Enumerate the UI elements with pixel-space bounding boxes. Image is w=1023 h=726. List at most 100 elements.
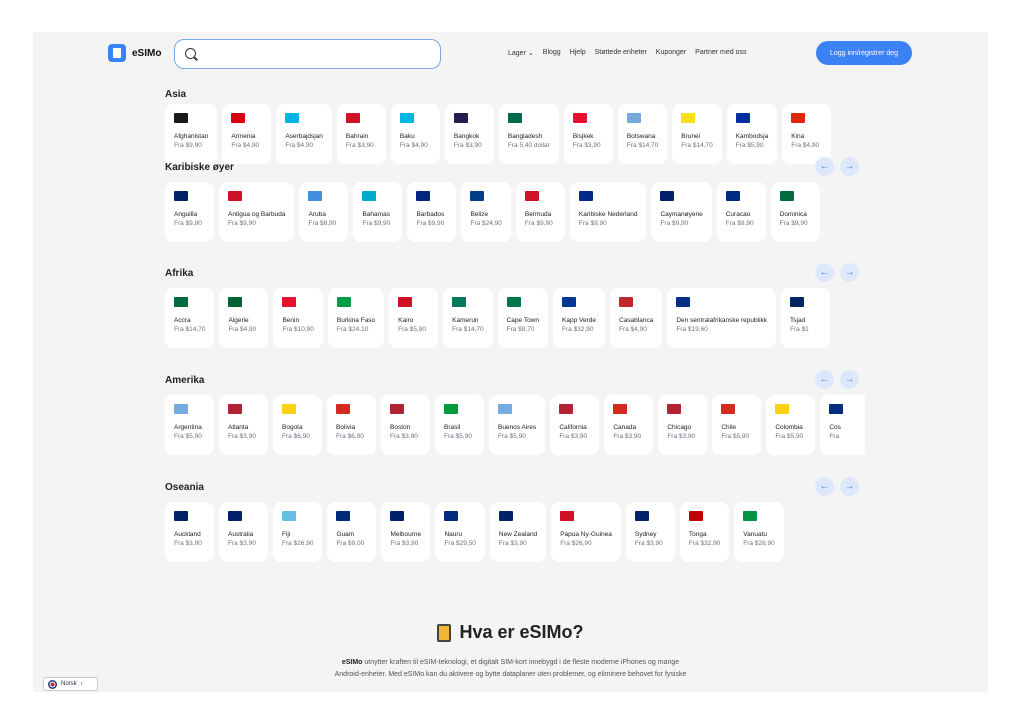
destination-card[interactable]: Afghanistan Fra $9,90 — [165, 104, 218, 164]
destination-card[interactable]: Bahrain Fra $3,90 — [336, 104, 386, 164]
destination-price: Fra $9,90 — [416, 220, 445, 227]
destination-card[interactable]: Cape Town Fra $8,70 — [497, 288, 549, 348]
destination-card[interactable]: Bisjkek Fra $3,90 — [563, 104, 613, 164]
destination-card[interactable]: Australia Fra $3,90 — [219, 502, 268, 562]
destination-card[interactable]: Papua Ny-Guinea Fra $26,90 — [551, 502, 621, 562]
destination-card[interactable]: Anguilla Fra $9,90 — [165, 182, 214, 242]
flag-icon — [282, 511, 296, 521]
logo[interactable]: eSIMo — [108, 44, 161, 62]
arrow-left-icon[interactable]: ← — [815, 477, 834, 496]
nav-hjelp[interactable]: Hjelp — [570, 49, 586, 57]
destination-card[interactable]: Cos Fra — [820, 395, 865, 455]
destination-card[interactable]: Kairo Fra $5,90 — [389, 288, 439, 348]
about-heading: Hva er eSIMo? — [437, 622, 584, 643]
login-button[interactable]: Logg inn/registrer deg — [816, 41, 912, 65]
destination-card[interactable]: Kapp Verde Fra $32,90 — [553, 288, 605, 348]
arrow-right-icon[interactable]: → — [840, 477, 859, 496]
search-box[interactable] — [174, 39, 441, 69]
region-title: Amerika — [165, 375, 205, 386]
destination-card[interactable]: Benin Fra $10,90 — [273, 288, 323, 348]
nav-partner[interactable]: Partner med oss — [695, 49, 746, 57]
destination-card[interactable]: Den sentralafrikanske republikk Fra $19,6… — [667, 288, 777, 348]
destination-name: New Zealand — [498, 531, 538, 538]
destination-card[interactable]: Aserbajdsjan Fra $4,90 — [276, 104, 332, 164]
flag-icon — [228, 404, 242, 414]
destination-card[interactable]: Botswana Fra $14,70 — [617, 104, 668, 164]
flag-icon — [779, 191, 794, 201]
destination-name: Cos — [829, 424, 841, 431]
destination-card[interactable]: Melbourne Fra $3,90 — [381, 502, 431, 562]
destination-card[interactable]: Tonga Fra $32,90 — [679, 502, 730, 562]
arrow-left-icon[interactable]: ← — [815, 263, 834, 282]
destination-name: Guam — [336, 531, 355, 538]
destination-card[interactable]: Barbados Fra $9,90 — [407, 182, 457, 242]
destination-name: Benin — [282, 317, 300, 324]
destination-card[interactable]: Bolivia Fra $6,90 — [327, 395, 376, 455]
destination-card[interactable]: Kina Fra $4,90 — [782, 104, 832, 164]
flag-icon — [498, 511, 513, 521]
flag-icon — [470, 191, 485, 201]
nav-kuponger[interactable]: Kuponger — [656, 49, 686, 57]
nav-stottede-enheter[interactable]: Støttede enheter — [595, 49, 647, 57]
destination-card[interactable]: Brasil Fra $5,90 — [435, 395, 484, 455]
destination-card[interactable]: Nauru Fra $29,50 — [435, 502, 485, 562]
destination-card[interactable]: Auckland Fra $3,90 — [165, 502, 214, 562]
destination-card[interactable]: Armenia Fra $4,90 — [222, 104, 272, 164]
destination-card[interactable]: Chile Fra $5,90 — [712, 395, 762, 455]
language-selector[interactable]: Norsk › — [43, 677, 98, 691]
destination-card[interactable]: Boston Fra $3,90 — [381, 395, 430, 455]
flag-icon — [735, 113, 750, 123]
destination-card[interactable]: Caymanøyene Fra $9,90 — [651, 182, 712, 242]
destination-card[interactable]: Karibiske Nederland Fra $9,90 — [569, 182, 647, 242]
destination-card[interactable]: Kambodsja Fra $5,90 — [726, 104, 778, 164]
flag-icon — [667, 404, 682, 414]
destination-card[interactable]: Kamerun Fra $14,70 — [443, 288, 493, 348]
arrow-right-icon[interactable]: → — [840, 263, 859, 282]
destination-card[interactable]: Casablanca Fra $4,90 — [610, 288, 663, 348]
destination-name: Bogota — [282, 424, 303, 431]
nav-lager[interactable]: Lager ⌄ — [508, 49, 534, 57]
arrow-right-icon[interactable]: → — [840, 370, 859, 389]
destination-card[interactable]: Sydney Fra $3,90 — [625, 502, 675, 562]
destination-card[interactable]: Brunei Fra $14,70 — [672, 104, 722, 164]
destination-card[interactable]: Tsjad Fra $1 — [781, 288, 831, 348]
destination-card[interactable]: Vanuatu Fra $26,90 — [734, 502, 784, 562]
destination-card[interactable]: Antigua og Barbuda Fra $9,90 — [219, 182, 295, 242]
destination-card[interactable]: Baku Fra $4,90 — [390, 104, 440, 164]
destination-card[interactable]: Curacao Fra $9,90 — [716, 182, 766, 242]
destination-name: Baku — [399, 133, 415, 140]
destination-card[interactable]: Bermuda Fra $9,90 — [515, 182, 565, 242]
destination-name: Tonga — [688, 531, 707, 538]
destination-card[interactable]: Buenos Aires Fra $5,90 — [489, 395, 546, 455]
destination-card[interactable]: Atlanta Fra $3,90 — [219, 395, 268, 455]
flag-icon — [285, 113, 300, 123]
flag-icon — [721, 404, 736, 414]
destination-card[interactable]: Fiji Fra $26,90 — [273, 502, 323, 562]
search-input[interactable] — [203, 46, 433, 64]
destination-price: Fra $9,90 — [660, 220, 689, 227]
arrow-left-icon[interactable]: ← — [815, 157, 834, 176]
flag-icon — [562, 297, 577, 307]
destination-card[interactable]: Guam Fra $9,00 — [327, 502, 377, 562]
destination-card[interactable]: Argentina Fra $5,90 — [165, 395, 214, 455]
arrow-right-icon[interactable]: → — [840, 157, 859, 176]
destination-card[interactable]: Accra Fra $14,70 — [165, 288, 215, 348]
destination-card[interactable]: Aruba Fra $8,90 — [299, 182, 349, 242]
destination-card[interactable]: Bangkok Fra $3,90 — [444, 104, 494, 164]
main-nav: Lager ⌄ Blogg Hjelp Støttede enheter Kupo… — [508, 49, 747, 57]
flag-icon — [688, 511, 703, 521]
destination-card[interactable]: Belize Fra $24,90 — [461, 182, 511, 242]
destination-card[interactable]: Bangladesh Fra 5,40 dollar — [498, 104, 559, 164]
destination-card[interactable]: California Fra $3,90 — [550, 395, 600, 455]
destination-card[interactable]: Burkina Faso Fra $24,10 — [327, 288, 385, 348]
destination-card[interactable]: Chicago Fra $3,90 — [658, 395, 708, 455]
destination-card[interactable]: Dominica Fra $9,90 — [770, 182, 820, 242]
destination-card[interactable]: Algerie Fra $4,90 — [219, 288, 269, 348]
destination-card[interactable]: Canada Fra $3,90 — [604, 395, 654, 455]
destination-card[interactable]: New Zealand Fra $3,90 — [489, 502, 547, 562]
nav-blogg[interactable]: Blogg — [543, 49, 561, 57]
arrow-left-icon[interactable]: ← — [815, 370, 834, 389]
destination-card[interactable]: Colombia Fra $5,90 — [766, 395, 816, 455]
destination-card[interactable]: Bahamas Fra $9,90 — [353, 182, 403, 242]
destination-card[interactable]: Bogota Fra $6,90 — [273, 395, 322, 455]
